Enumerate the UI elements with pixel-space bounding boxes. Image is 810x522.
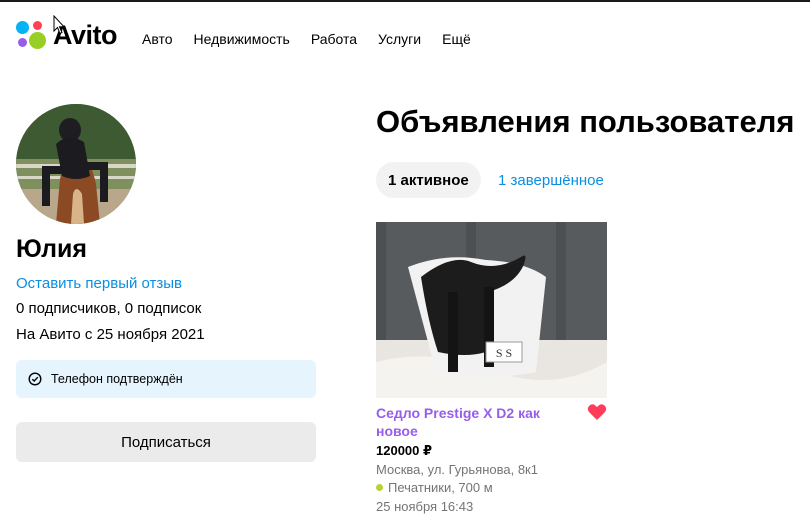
- saddle-photo: S S: [376, 222, 607, 398]
- check-circle-icon: [28, 372, 42, 386]
- listing-title-link[interactable]: Седло Prestige X D2 как новое: [376, 404, 576, 440]
- nav-item-more[interactable]: Ещё: [442, 31, 471, 47]
- avatar: [16, 104, 136, 224]
- subscriptions-count: 0 подписчиков, 0 подписок: [16, 300, 202, 317]
- listing-metro: Печатники, 700 м: [376, 480, 493, 495]
- logo-dots-icon: [16, 19, 48, 51]
- tab-active-listings[interactable]: 1 активное: [376, 162, 481, 198]
- phone-verified-text: Телефон подтверждён: [51, 372, 183, 386]
- horse-rider-photo: [16, 104, 136, 224]
- leave-review-link[interactable]: Оставить первый отзыв: [16, 275, 182, 292]
- mouse-cursor-icon: [53, 15, 65, 35]
- top-border: [0, 0, 810, 2]
- saddle-pad-logo: S S: [496, 346, 512, 360]
- nav-item-realty[interactable]: Недвижимость: [194, 31, 290, 47]
- metro-station-text: Печатники, 700 м: [388, 480, 493, 495]
- tab-completed-listings[interactable]: 1 завершённое: [498, 162, 604, 198]
- avito-logo[interactable]: Avito: [16, 19, 126, 51]
- listing-image[interactable]: S S: [376, 222, 607, 398]
- page-title: Объявления пользователя: [376, 104, 795, 139]
- nav-item-auto[interactable]: Авто: [142, 31, 173, 47]
- user-name: Юлия: [16, 235, 87, 263]
- phone-verified-badge: Телефон подтверждён: [16, 360, 316, 398]
- member-since: На Авито с 25 ноября 2021: [16, 326, 205, 343]
- listing-address: Москва, ул. Гурьянова, 8к1: [376, 462, 538, 477]
- nav-item-jobs[interactable]: Работа: [311, 31, 357, 47]
- favorite-heart-icon[interactable]: [587, 403, 607, 421]
- listing-price: 120000 ₽: [376, 443, 433, 458]
- subscribe-button[interactable]: Подписаться: [16, 422, 316, 462]
- listing-date: 25 ноября 16:43: [376, 499, 474, 514]
- main-nav: Авто Недвижимость Работа Услуги Ещё: [142, 31, 492, 47]
- metro-line-dot-icon: [376, 484, 383, 491]
- nav-item-services[interactable]: Услуги: [378, 31, 421, 47]
